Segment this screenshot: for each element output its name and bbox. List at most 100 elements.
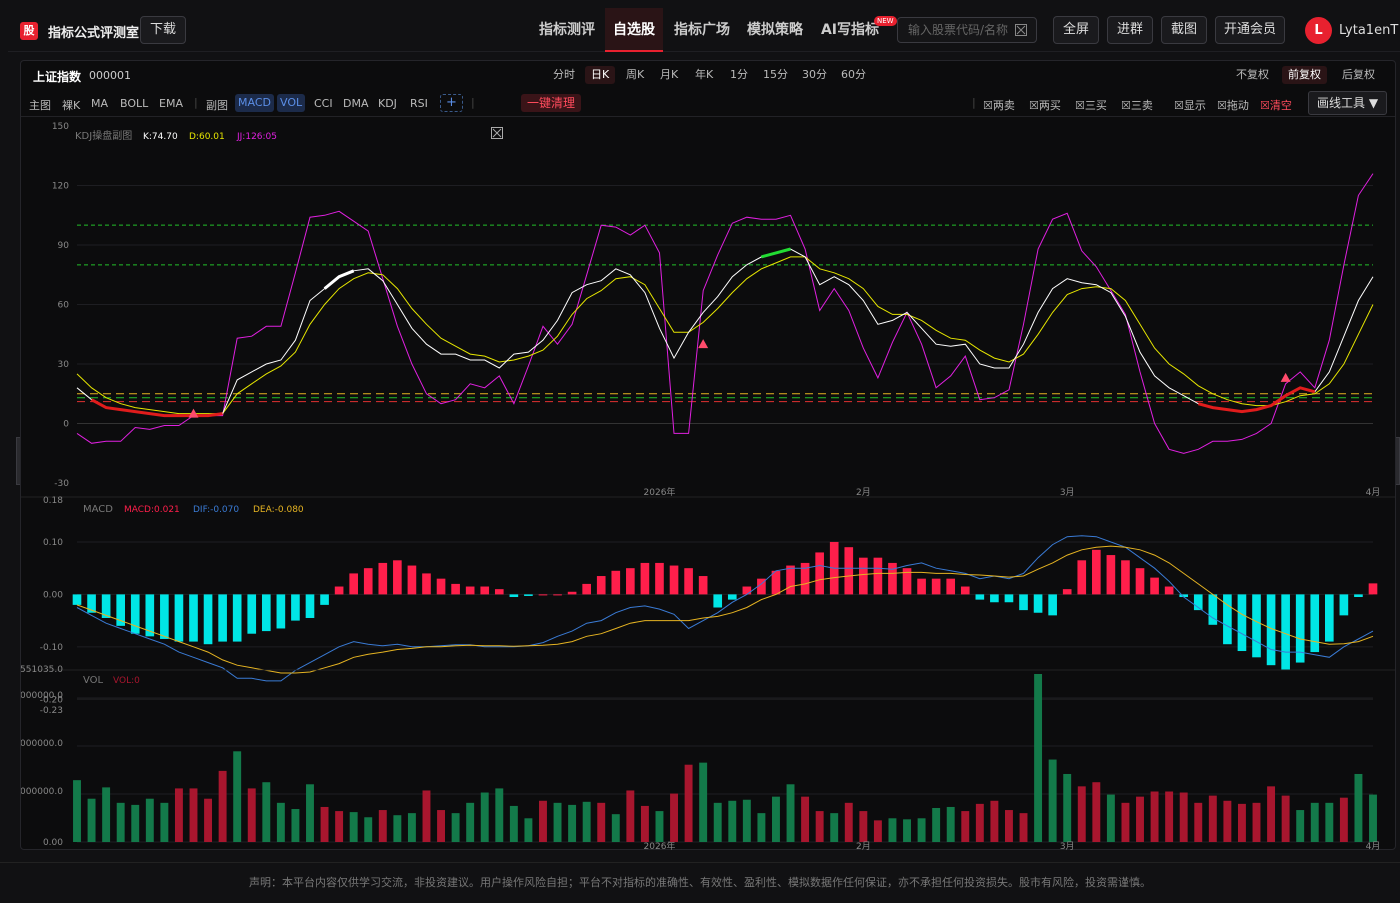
checkbox-icon[interactable]: ☒ — [1121, 99, 1131, 112]
macd-bar — [1208, 594, 1218, 625]
signal-three-buy[interactable]: ☒三买 — [1075, 97, 1107, 113]
macd-bar — [626, 568, 635, 595]
macd-bar — [655, 562, 664, 595]
dea-readout: DEA:-0.080 — [253, 505, 304, 515]
checkbox-icon[interactable]: ☒ — [1174, 99, 1184, 112]
macd-bar — [1354, 594, 1363, 598]
nav-indicator-review[interactable]: 指标测评 — [533, 8, 601, 52]
search-clear-icon[interactable] — [1015, 24, 1027, 36]
fullscreen-button[interactable]: 全屏 — [1053, 16, 1099, 44]
disclaimer: 声明：本平台内容仅供学习交流，非投资建议。用户操作风险自担；平台不对指标的准确性… — [0, 862, 1400, 900]
main-chart-label: 主图 — [29, 99, 51, 112]
draw-tools-dropdown[interactable]: 画线工具 ▼ — [1308, 91, 1388, 115]
join-group-button[interactable]: 进群 — [1107, 16, 1153, 44]
checkbox-icon[interactable]: ☒ — [1217, 99, 1227, 112]
vol-bar — [480, 792, 489, 842]
vol-bar — [1121, 802, 1130, 842]
vol-bar — [1252, 802, 1261, 842]
sub-item-dma[interactable]: DMA — [343, 97, 369, 110]
period-tab-1min[interactable]: 1分 — [724, 66, 754, 84]
kdj-d-readout: D:60.01 — [189, 132, 225, 142]
chart-svg[interactable]: -30 0 30 60 90 120 150 2026年 2月 3月 4月 KDJ操盘副图 K:74.7… — [21, 118, 1395, 850]
macd-bar — [422, 573, 431, 595]
macd-bar — [611, 570, 621, 595]
vol-bar — [320, 806, 329, 842]
macd-bar — [596, 576, 606, 595]
sub-item-macd[interactable]: MACD — [235, 94, 274, 112]
vol-bar — [466, 802, 475, 842]
vol-bar — [1325, 802, 1334, 842]
period-tab-intraday[interactable]: 分时 — [547, 66, 581, 84]
signal-show[interactable]: ☒显示 — [1174, 97, 1206, 113]
signal-three-sell[interactable]: ☒三卖 — [1121, 97, 1153, 113]
vol-bar — [1267, 786, 1276, 842]
brand-logo-icon[interactable]: 股 — [20, 22, 38, 40]
vol-bar — [801, 796, 810, 842]
kdj-j-readout: JJ:126:05 — [236, 132, 277, 142]
vol-bar — [1048, 759, 1057, 842]
macd-bar — [509, 594, 519, 598]
main-item-boll[interactable]: BOLL — [120, 97, 148, 110]
nav-simulation[interactable]: 模拟策略 — [741, 8, 809, 52]
period-tab-60min[interactable]: 60分 — [835, 66, 872, 84]
vol-bar — [174, 788, 183, 842]
macd-bar — [218, 594, 227, 642]
sub-item-kdj[interactable]: KDJ — [378, 97, 397, 110]
checkbox-icon[interactable]: ☒ — [1029, 99, 1039, 112]
adjust-backward[interactable]: 后复权 — [1336, 66, 1381, 84]
membership-button[interactable]: 开通会员 — [1215, 16, 1285, 44]
adjust-none[interactable]: 不复权 — [1230, 66, 1275, 84]
macd-ytick-label: 0.00 — [43, 590, 63, 600]
period-tab-30min[interactable]: 30分 — [796, 66, 833, 84]
vol-bar — [1208, 795, 1217, 842]
vol-ytick-label: 000000.0 — [21, 787, 63, 797]
vol-readout: VOL:0 — [113, 676, 140, 686]
macd-bar — [232, 594, 242, 642]
vol-bar — [1179, 792, 1188, 842]
macd-bar — [189, 594, 198, 642]
checkbox-icon[interactable]: ☒ — [1260, 99, 1270, 112]
nav-indicator-square[interactable]: 指标广场 — [668, 8, 736, 52]
signal-drag[interactable]: ☒拖动 — [1217, 97, 1249, 113]
vol-bar — [116, 802, 125, 842]
signal-clear[interactable]: ☒清空 — [1260, 97, 1292, 113]
macd-bar — [480, 586, 490, 595]
main-item-ema[interactable]: EMA — [159, 97, 183, 110]
sub-item-rsi[interactable]: RSI — [410, 97, 428, 110]
signal-two-buy[interactable]: ☒两买 — [1029, 97, 1061, 113]
clear-all-button[interactable]: 一键清理 — [521, 94, 582, 112]
screenshot-button[interactable]: 截图 — [1161, 16, 1207, 44]
period-tab-yearly[interactable]: 年K — [689, 66, 719, 84]
main-item-ma[interactable]: MA — [91, 97, 108, 110]
nav-watchlist[interactable]: 自选股 — [605, 8, 663, 52]
vol-bar — [262, 782, 271, 842]
add-indicator-button[interactable]: + — [440, 94, 463, 112]
period-tab-monthly[interactable]: 月K — [654, 66, 684, 84]
adjust-forward[interactable]: 前复权 — [1282, 66, 1327, 84]
macd-dif-line — [76, 535, 1374, 682]
macd-bar — [1164, 586, 1174, 595]
checkbox-icon[interactable]: ☒ — [1075, 99, 1085, 112]
brand-name[interactable]: 指标公式评测室 — [48, 22, 139, 41]
checkbox-icon[interactable]: ☒ — [983, 99, 993, 112]
macd-ytick-label: -0.23 — [40, 706, 63, 716]
macd-bar — [1106, 555, 1116, 595]
avatar[interactable]: L — [1305, 17, 1332, 44]
vol-bar — [699, 762, 708, 842]
macd-bar — [844, 547, 854, 595]
signal-two-sell[interactable]: ☒两卖 — [983, 97, 1015, 113]
period-tab-15min[interactable]: 15分 — [757, 66, 794, 84]
vol-bar — [204, 798, 213, 842]
period-tab-daily[interactable]: 日K — [585, 66, 616, 84]
download-button[interactable]: 下载 — [140, 16, 186, 44]
sub-item-vol[interactable]: VOL — [277, 94, 306, 112]
username[interactable]: Lyta1enT — [1339, 23, 1398, 38]
period-tab-weekly[interactable]: 周K — [620, 66, 650, 84]
sub-item-cci[interactable]: CCI — [314, 97, 333, 110]
macd-bar — [291, 594, 300, 621]
kdj-ytick-label: -30 — [54, 479, 69, 489]
nav-ai-indicator[interactable]: AI写指标 — [814, 8, 886, 52]
main-item-naked-k[interactable]: 裸K — [62, 97, 80, 113]
vol-bar — [757, 813, 766, 842]
vol-bar — [524, 818, 533, 842]
